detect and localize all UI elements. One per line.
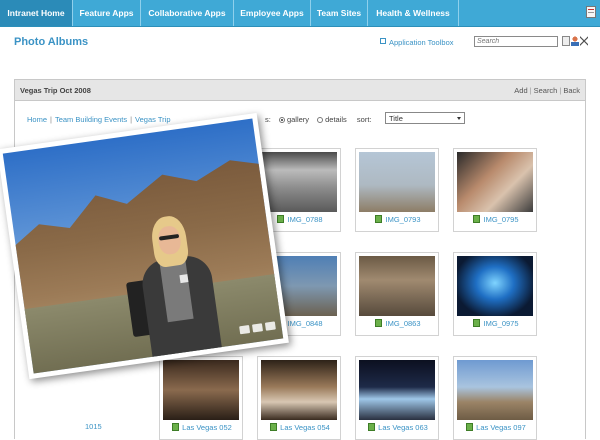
chevron-down-icon (457, 117, 461, 120)
photo-caption[interactable]: IMG_0863 (356, 319, 440, 328)
edit-icon (368, 423, 376, 431)
search-input[interactable] (474, 36, 558, 47)
photo-caption[interactable]: IMG_0795 (454, 215, 538, 224)
photo-thumbnail[interactable]: IMG_0795 (453, 148, 537, 232)
close-icon[interactable] (264, 321, 276, 331)
edit-icon (172, 423, 180, 431)
album-header: Vegas Trip Oct 2008 Add | Search | Back (15, 80, 585, 101)
print-icon[interactable] (586, 6, 596, 18)
photo-image (359, 256, 435, 316)
featured-photo[interactable] (0, 112, 289, 380)
sort-label: sort: (356, 115, 372, 124)
top-navigation: Intranet Home Feature Apps Collaborative… (0, 0, 600, 27)
application-toolbox-link[interactable]: Application Toolbox (380, 38, 454, 47)
edit-icon (270, 423, 278, 431)
add-link[interactable]: Add (514, 86, 527, 95)
sort-select[interactable]: Title (385, 112, 465, 124)
edit-icon (473, 215, 481, 223)
view-controls: s: gallery details sort: (265, 115, 372, 124)
collapse-icon[interactable] (580, 36, 588, 46)
photo-caption-partial[interactable]: 1015 (85, 422, 102, 431)
photo-image (457, 360, 533, 420)
tab-employee-apps[interactable]: Employee Apps (234, 0, 311, 26)
edit-icon (375, 319, 383, 327)
page-title: Photo Albums (14, 36, 89, 48)
photo-thumbnail[interactable]: Las Vegas 052 (159, 356, 243, 440)
edit-icon (277, 215, 285, 223)
breadcrumb: Home | Team Building Events | Vegas Trip (27, 115, 171, 124)
details-radio[interactable] (317, 117, 324, 123)
photo-thumbnail[interactable]: IMG_0975 (453, 252, 537, 336)
photo-thumbnail[interactable]: IMG_0863 (355, 252, 439, 336)
tab-health-wellness[interactable]: Health & Wellness (368, 0, 459, 26)
edit-icon (466, 423, 474, 431)
breadcrumb-home[interactable]: Home (27, 115, 47, 124)
edit-icon (473, 319, 481, 327)
album-title: Vegas Trip Oct 2008 (20, 86, 91, 95)
photo-image (359, 360, 435, 420)
photo-thumbnail[interactable]: IMG_0793 (355, 148, 439, 232)
photo-caption[interactable]: Las Vegas 097 (454, 423, 538, 432)
application-toolbox-label: Application Toolbox (389, 38, 454, 47)
details-label: details (325, 115, 347, 124)
tab-feature-apps[interactable]: Feature Apps (73, 0, 141, 26)
photo-image (359, 152, 435, 212)
gallery-label: gallery (286, 115, 310, 124)
info-icon[interactable] (251, 323, 264, 333)
tab-collaborative-apps[interactable]: Collaborative Apps (141, 0, 234, 26)
back-link[interactable]: Back (563, 86, 580, 95)
photo-thumbnail[interactable]: Las Vegas 054 (257, 356, 341, 440)
square-bullet-icon (380, 38, 386, 44)
photo-thumbnail[interactable]: Las Vegas 063 (355, 356, 439, 440)
gallery-radio[interactable] (278, 117, 285, 123)
album-actions: Add | Search | Back (514, 86, 580, 95)
photo-caption[interactable]: Las Vegas 052 (160, 423, 244, 432)
photo-image (457, 256, 533, 316)
photo-image (261, 360, 337, 420)
search-link[interactable]: Search (534, 86, 558, 95)
breadcrumb-team-building-events[interactable]: Team Building Events (55, 115, 127, 124)
tab-intranet-home[interactable]: Intranet Home (0, 0, 73, 26)
photo-caption[interactable]: IMG_0975 (454, 319, 538, 328)
photo-caption[interactable]: Las Vegas 063 (356, 423, 440, 432)
photo-thumbnail[interactable]: Las Vegas 097 (453, 356, 537, 440)
document-icon[interactable] (562, 36, 570, 46)
photo-image (261, 152, 337, 212)
photo-image (457, 152, 533, 212)
search-icons (562, 36, 589, 47)
people-icon[interactable] (571, 36, 579, 46)
edit-icon (375, 215, 383, 223)
tab-team-sites[interactable]: Team Sites (311, 0, 368, 26)
photo-image (163, 360, 239, 420)
sort-value: Title (389, 114, 403, 123)
view-label: s: (265, 115, 271, 124)
featured-photo-image (2, 118, 284, 374)
breadcrumb-vegas-trip[interactable]: Vegas Trip (135, 115, 170, 124)
photo-caption[interactable]: Las Vegas 054 (258, 423, 342, 432)
zoom-icon[interactable] (239, 325, 251, 335)
photo-caption[interactable]: IMG_0793 (356, 215, 440, 224)
